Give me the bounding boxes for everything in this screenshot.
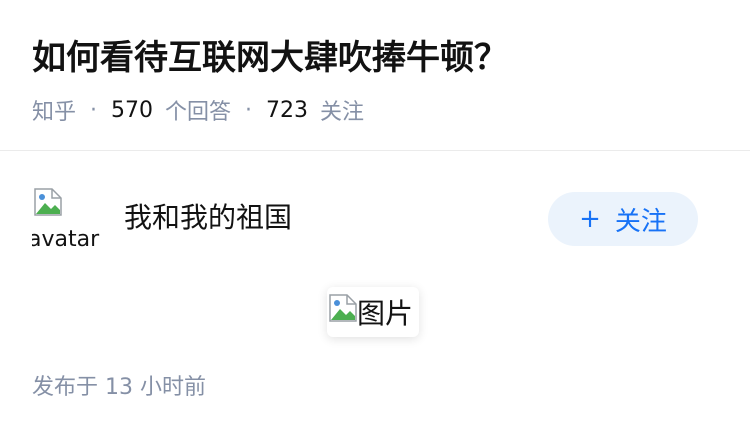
divider	[0, 150, 750, 151]
answer-image[interactable]: 图片	[327, 287, 420, 337]
author-name[interactable]: 我和我的祖国	[124, 198, 292, 238]
follow-button-label: 关注	[614, 206, 667, 237]
avatar-alt-text: avatar	[32, 227, 100, 252]
follower-count: 723	[266, 97, 309, 123]
answer-count-label: 个回答	[165, 100, 232, 125]
zhihu-question-page: 如何看待互联网大肆吹捧牛顿？ 知乎 · 570 个回答 · 723 关注 ava…	[0, 0, 750, 442]
avatar[interactable]: avatar	[32, 186, 100, 254]
meta-source[interactable]: 知乎	[32, 94, 76, 126]
answer-count: 570	[111, 97, 154, 123]
question-title[interactable]: 如何看待互联网大肆吹捧牛顿？	[32, 34, 508, 82]
publish-time: 发布于 13 小时前	[32, 375, 206, 400]
broken-image-icon	[34, 188, 62, 216]
meta-separator: ·	[245, 97, 253, 123]
meta-separator: ·	[90, 97, 98, 123]
question-meta: 知乎 · 570 个回答 · 723 关注	[32, 94, 364, 126]
image-alt-text: 图片	[357, 297, 414, 330]
follower-count-label: 关注	[320, 100, 365, 125]
broken-image-icon	[329, 294, 357, 322]
plus-icon: +	[579, 204, 601, 234]
follow-button[interactable]: + 关注	[548, 192, 698, 246]
